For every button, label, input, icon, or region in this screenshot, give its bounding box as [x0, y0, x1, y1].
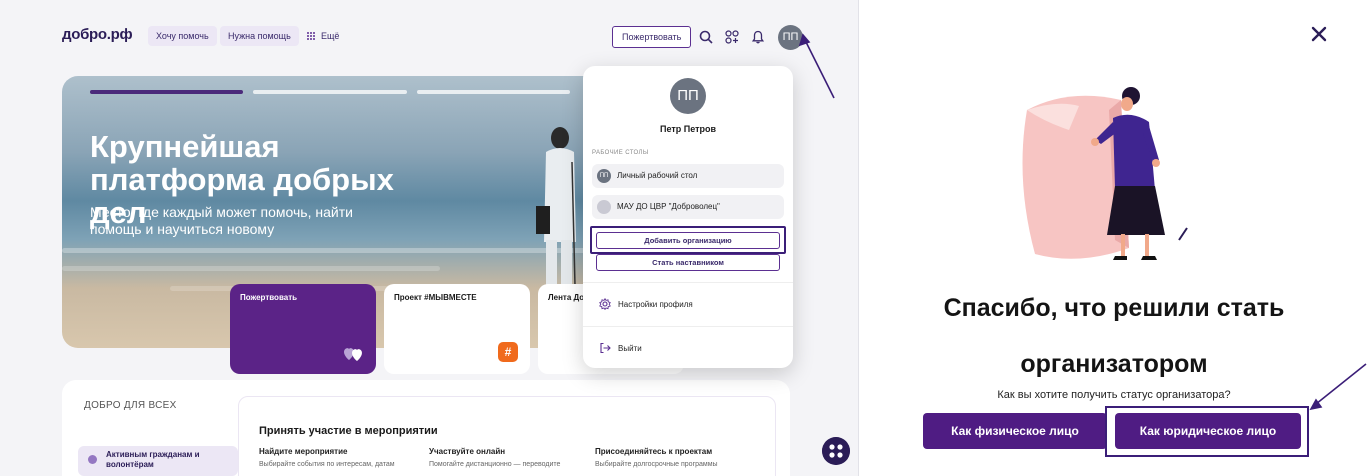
logout-icon	[600, 342, 611, 354]
participation-panel: Принять участие в мероприятии Найдите ме…	[238, 396, 776, 476]
nav-want-help[interactable]: Хочу помочь	[148, 26, 217, 46]
profile-settings-link[interactable]: Настройки профиля	[599, 298, 693, 310]
user-name: Петр Петров	[659, 124, 717, 134]
divider	[583, 326, 793, 327]
logout-link[interactable]: Выйти	[599, 342, 642, 354]
workspace-organization[interactable]: МАУ ДО ЦВР "Доброволец"	[592, 195, 784, 219]
status-question: Как вы хотите получить статус организато…	[997, 389, 1231, 401]
nav-more-label: Ещё	[321, 31, 340, 41]
audience-label: Активным гражданам и волонтёрам	[106, 450, 200, 469]
card-project[interactable]: Проект #МЫВМЕСТЕ #	[384, 284, 530, 374]
progress-segment[interactable]	[90, 90, 244, 94]
annotation-highlight-add-org	[590, 226, 786, 254]
hero-subtitle: Место, где каждый может помочь, найти по…	[90, 204, 353, 237]
nav-need-help[interactable]: Нужна помощь	[220, 26, 299, 46]
settings-label: Настройки профиля	[618, 299, 693, 309]
column-heading: Участвуйте онлайн	[429, 447, 506, 456]
search-icon[interactable]	[698, 29, 714, 45]
column-text: Выбирайте события по интересам, датам	[259, 461, 395, 468]
organizer-modal: Спасибо, что решили стать организатором …	[859, 0, 1369, 476]
column-online: Участвуйте онлайн Помогайте дистанционно…	[429, 447, 579, 469]
workspace-personal[interactable]: ПП Личный рабочий стол	[592, 164, 784, 188]
workspace-label: МАУ ДО ЦВР "Доброволец"	[617, 202, 720, 211]
widget-menu-icon[interactable]	[822, 437, 850, 465]
thanks-heading: Спасибо, что решили стать организатором	[859, 286, 1369, 386]
dropdown-avatar: ПП	[670, 78, 706, 114]
site-logo[interactable]: добро.рф	[62, 26, 133, 43]
bell-icon[interactable]	[750, 29, 766, 45]
thanks-line-2: организатором	[1020, 350, 1208, 378]
workspace-label: Личный рабочий стол	[617, 171, 698, 180]
progress-segment[interactable]	[253, 90, 407, 94]
close-icon[interactable]	[1311, 26, 1327, 42]
wave-decor	[62, 248, 602, 253]
progress-segment[interactable]	[416, 90, 570, 94]
site-header: добро.рф Хочу помочь Нужна помощь Ещё По…	[0, 20, 858, 54]
panel-title: Принять участие в мероприятии	[259, 425, 438, 437]
workspace-avatar: ПП	[597, 169, 611, 183]
website-screenshot: добро.рф Хочу помочь Нужна помощь Ещё По…	[0, 0, 858, 476]
gear-icon	[599, 298, 611, 310]
column-find: Найдите мероприятие Выбирайте события по…	[259, 447, 409, 469]
organization-icon	[597, 200, 611, 214]
column-projects: Присоединяйтесь к проектам Выбирайте дол…	[595, 447, 745, 469]
column-heading: Присоединяйтесь к проектам	[595, 447, 713, 456]
wave-decor	[62, 266, 440, 271]
individual-button[interactable]: Как физическое лицо	[923, 413, 1107, 449]
carousel-progress	[90, 90, 570, 94]
card-label: Пожертвовать	[240, 293, 298, 302]
divider	[583, 282, 793, 283]
woman-with-paper-illustration	[1022, 87, 1188, 260]
thanks-line-1: Спасибо, что решили стать	[943, 294, 1285, 322]
annotation-highlight-legal	[1105, 406, 1309, 457]
profile-dropdown: ПП Петр Петров РАБОЧИЕ СТОЛЫ ПП Личный р…	[583, 66, 793, 368]
card-donate[interactable]: Пожертвовать	[230, 284, 376, 374]
logout-label: Выйти	[618, 343, 642, 353]
audience-tab[interactable]: Активным гражданам и волонтёрам	[78, 446, 238, 476]
user-avatar[interactable]: ПП	[778, 25, 803, 50]
become-mentor-button[interactable]: Стать наставником	[596, 254, 780, 271]
section-title: ДОБРО ДЛЯ ВСЕХ	[84, 400, 177, 411]
nav-more[interactable]: Ещё	[306, 26, 339, 46]
donate-button[interactable]: Пожертвовать	[612, 26, 692, 48]
card-label: Проект #МЫВМЕСТЕ	[394, 293, 477, 302]
workspaces-label: РАБОЧИЕ СТОЛЫ	[592, 150, 649, 156]
column-heading: Найдите мероприятие	[259, 447, 348, 456]
apps-icon[interactable]	[724, 29, 740, 45]
column-text: Выбирайте долгосрочные программы	[595, 461, 718, 468]
column-text: Помогайте дистанционно — переводите	[429, 461, 561, 468]
audience-dot	[88, 455, 97, 464]
grid-dots-icon	[307, 32, 315, 40]
hashtag-icon: #	[498, 342, 518, 362]
hearts-icon	[344, 348, 362, 361]
